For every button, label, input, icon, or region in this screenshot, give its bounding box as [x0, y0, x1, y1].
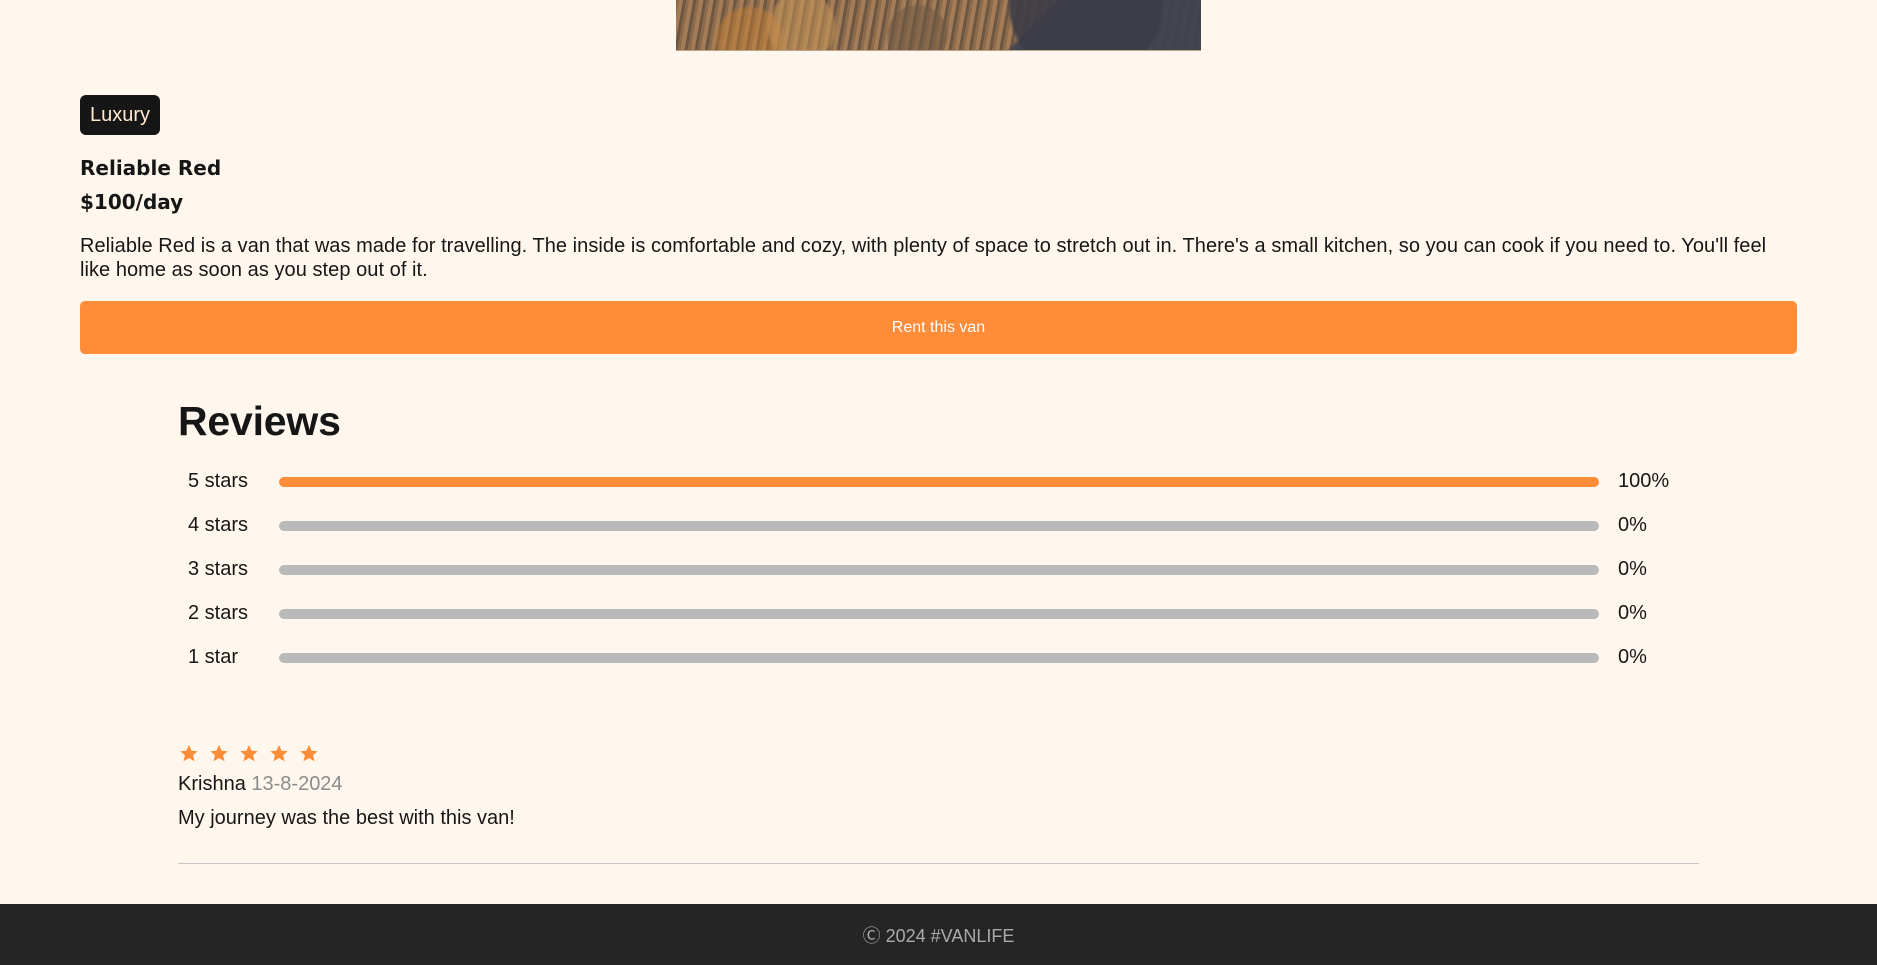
van-type-badge: Luxury: [80, 95, 161, 135]
rating-bar: [279, 477, 1599, 487]
van-name: Reliable Red: [80, 156, 222, 180]
star-icon: [178, 743, 200, 765]
reviews-title: Reviews: [178, 398, 341, 444]
footer-copyright: Ⓒ 2024 #VANLIFE: [862, 925, 1015, 946]
rating-row-5-stars: 5 stars 100%: [178, 463, 1699, 507]
footer: Ⓒ 2024 #VANLIFE: [0, 904, 1877, 965]
van-detail-section: Luxury Reliable Red $100/day Reliable Re…: [80, 95, 1797, 282]
rating-label: 1 star: [188, 646, 239, 668]
rating-row-2-stars: 2 stars 0%: [178, 595, 1699, 639]
star-icon: [298, 743, 320, 765]
rating-percent: 100%: [1618, 470, 1670, 492]
rating-percent: 0%: [1618, 514, 1647, 536]
star-icon: [268, 743, 290, 765]
reviews-section: Reviews 5 stars 100% 4 stars 0% 3 stars: [178, 392, 1699, 683]
rating-percent: 0%: [1618, 602, 1647, 624]
review-item: Krishna 13-8-2024 My journey was the bes…: [178, 740, 1699, 864]
review-meta: Krishna 13-8-2024: [178, 772, 1699, 796]
rating-row-4-stars: 4 stars 0%: [178, 507, 1699, 551]
van-image: [676, 0, 1201, 51]
rating-bar: [279, 521, 1599, 531]
van-detail-page: Luxury Reliable Red $100/day Reliable Re…: [0, 0, 1877, 965]
star-icon: [208, 743, 230, 765]
rating-percent: 0%: [1618, 558, 1647, 580]
rating-bar: [279, 609, 1599, 619]
rating-bar: [279, 653, 1599, 663]
star-icon: [238, 743, 260, 765]
van-description: Reliable Red is a van that was made for …: [80, 235, 1767, 281]
rating-bar: [279, 565, 1599, 575]
reviewer-name: Krishna: [178, 773, 246, 795]
rating-row-1-star: 1 star 0%: [178, 639, 1699, 683]
rent-van-button[interactable]: Rent this van: [80, 301, 1797, 354]
rating-label: 4 stars: [188, 514, 249, 536]
review-stars: [178, 740, 1699, 768]
rating-label: 5 stars: [188, 470, 249, 492]
rating-row-3-stars: 3 stars 0%: [178, 551, 1699, 595]
rating-label: 2 stars: [188, 602, 249, 624]
rating-fill: [279, 477, 1599, 487]
rating-label: 3 stars: [188, 558, 249, 580]
review-text: My journey was the best with this van!: [178, 807, 515, 829]
van-price: $100/day: [80, 190, 184, 214]
rating-percent: 0%: [1618, 646, 1647, 668]
rating-breakdown: 5 stars 100% 4 stars 0% 3 stars 0% 2 sta…: [178, 463, 1699, 683]
review-date: 13-8-2024: [251, 773, 343, 795]
